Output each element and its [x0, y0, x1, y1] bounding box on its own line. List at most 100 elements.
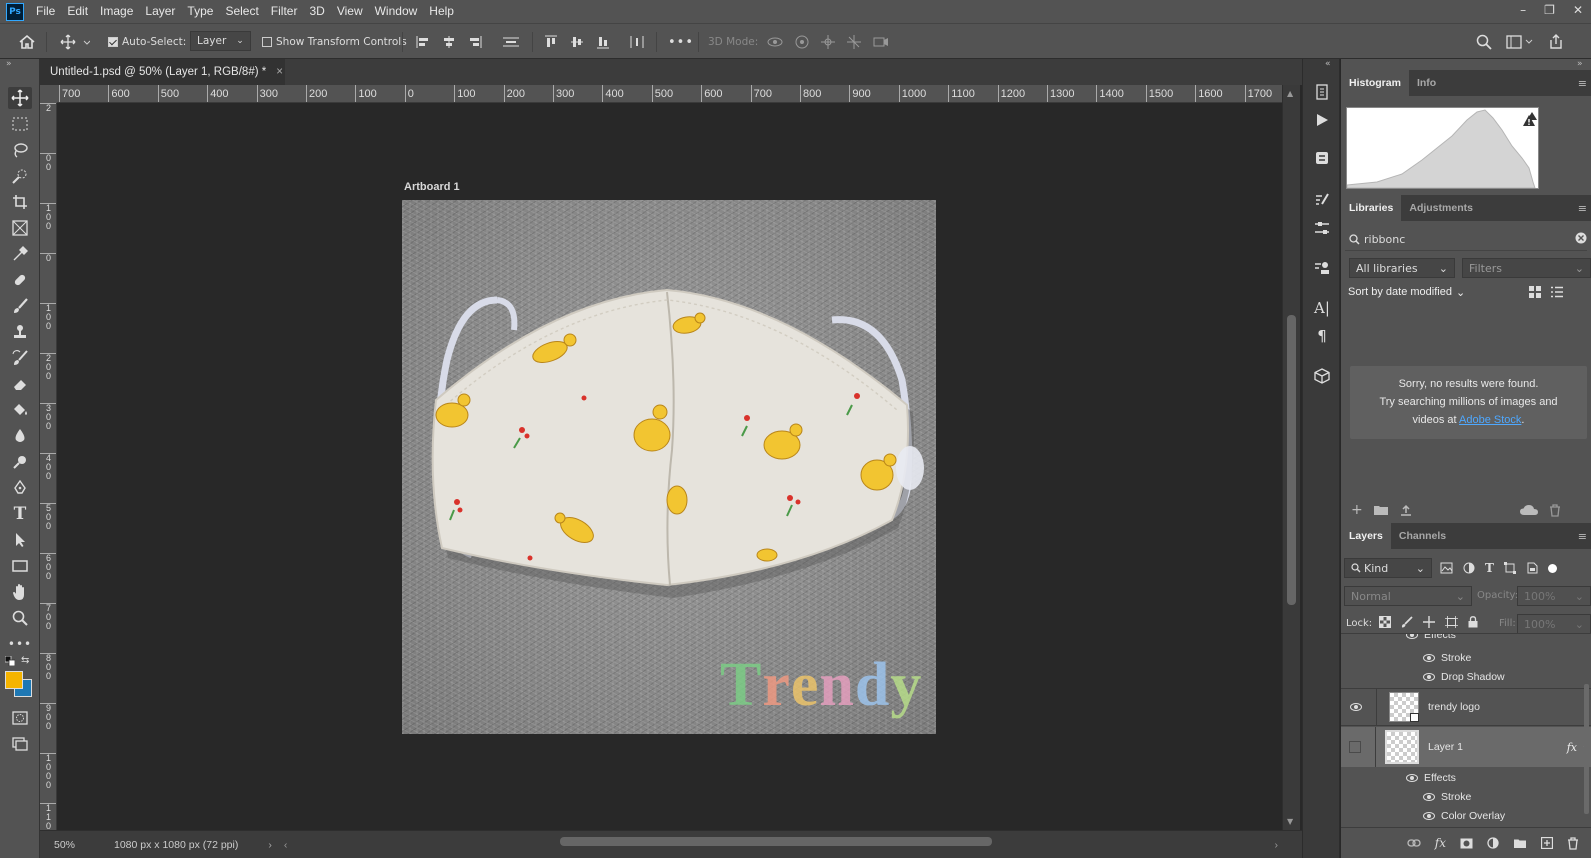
default-colors-icon[interactable] [5, 656, 15, 666]
scroll-right-icon[interactable]: › [1275, 839, 1279, 851]
brush-settings-icon[interactable] [1310, 189, 1334, 211]
new-adjustment-layer-icon[interactable] [1487, 837, 1499, 849]
slide-3d-icon[interactable] [846, 34, 862, 50]
menu-window[interactable]: Window [369, 0, 424, 23]
frame-tool-icon[interactable] [8, 217, 32, 239]
paint-bucket-tool-icon[interactable] [8, 399, 32, 421]
tab-histogram[interactable]: Histogram [1341, 70, 1409, 96]
opacity-field[interactable]: 100% ⌄ [1517, 586, 1591, 606]
orbit-3d-icon[interactable] [766, 34, 784, 50]
show-transform-controls-checkbox[interactable]: Show Transform Controls [262, 33, 407, 51]
healing-brush-tool-icon[interactable] [8, 269, 32, 291]
dodge-tool-icon[interactable] [8, 451, 32, 473]
collapse-panels-icon[interactable]: » [1577, 59, 1583, 69]
lock-position-icon[interactable] [1423, 616, 1435, 628]
search-icon[interactable] [1476, 34, 1492, 50]
auto-select-check-icon[interactable] [108, 37, 118, 47]
menu-layer[interactable]: Layer [139, 0, 181, 23]
lasso-tool-icon[interactable] [8, 139, 32, 161]
layer-list-scrollbar[interactable] [1584, 684, 1589, 814]
layer-effect-stroke-row[interactable]: Stroke [1341, 648, 1591, 667]
menu-view[interactable]: View [331, 0, 369, 23]
lock-transparent-icon[interactable] [1379, 616, 1391, 628]
path-selection-tool-icon[interactable] [8, 529, 32, 551]
move-tool-icon[interactable] [8, 87, 32, 109]
blur-tool-icon[interactable] [8, 425, 32, 447]
eyedropper-tool-icon[interactable] [8, 243, 32, 265]
lock-artboard-icon[interactable] [1445, 616, 1458, 628]
layer-row-trendy-logo[interactable]: trendy logo [1341, 688, 1591, 726]
library-search-field[interactable]: ribbonc [1345, 229, 1587, 251]
histogram-warning-icon[interactable] [1522, 114, 1536, 127]
history-brush-tool-icon[interactable] [8, 347, 32, 369]
align-bottom-icon[interactable] [596, 35, 610, 49]
folder-icon[interactable] [1373, 504, 1389, 516]
vertical-scrollbar[interactable]: ▲ ▼ [1282, 85, 1300, 830]
auto-select-dropdown[interactable]: Layer ⌄ [190, 31, 251, 51]
add-element-icon[interactable]: + [1351, 502, 1363, 518]
move-tool-preset-icon[interactable] [60, 33, 90, 51]
eye-icon[interactable] [1406, 773, 1418, 782]
blend-mode-dropdown[interactable]: Normal ⌄ [1344, 586, 1472, 606]
menu-filter[interactable]: Filter [265, 0, 304, 23]
upload-icon[interactable] [1399, 504, 1413, 516]
trash-icon[interactable] [1549, 503, 1561, 517]
grid-view-icon[interactable] [1529, 286, 1541, 298]
fill-field[interactable]: 100% ⌄ [1517, 614, 1591, 634]
collapse-panel-icon[interactable]: » [6, 59, 12, 69]
panel-menu-icon[interactable]: ≡ [1578, 77, 1587, 90]
eraser-tool-icon[interactable] [8, 373, 32, 395]
horizontal-ruler[interactable]: 700 600 500 400 300 200 100 0 100 200 300 400 500 600… [57, 85, 1282, 103]
tab-channels[interactable]: Channels [1391, 523, 1454, 549]
layer-effect-color-overlay-row[interactable]: Color Overlay [1341, 806, 1591, 825]
adjust-sliders-icon[interactable] [1310, 217, 1334, 239]
layer-effect-drop-shadow-row[interactable]: Drop Shadow [1341, 667, 1591, 686]
menu-image[interactable]: Image [94, 0, 139, 23]
tab-adjustments[interactable]: Adjustments [1401, 195, 1481, 221]
add-layer-style-icon[interactable]: fx [1435, 836, 1446, 850]
ruler-corner[interactable] [40, 85, 57, 103]
quick-selection-tool-icon[interactable] [8, 165, 32, 187]
clear-search-icon[interactable] [1575, 232, 1587, 244]
home-icon[interactable] [18, 33, 36, 51]
pen-tool-icon[interactable] [8, 477, 32, 499]
layer-visibility-eye-icon[interactable] [1350, 703, 1362, 711]
layer-effects-row[interactable]: Effects [1341, 634, 1591, 642]
align-right-icon[interactable] [468, 35, 482, 49]
scroll-down-icon[interactable]: ▼ [1287, 817, 1293, 826]
zoom-tool-icon[interactable] [8, 607, 32, 629]
rectangle-tool-icon[interactable] [8, 555, 32, 577]
zoom-level[interactable]: 50% [54, 839, 104, 851]
eye-icon[interactable] [1423, 653, 1435, 662]
eye-icon[interactable] [1423, 811, 1435, 820]
swap-colors-icon[interactable]: ⇆ [21, 655, 29, 666]
artboard-label[interactable]: Artboard 1 [404, 181, 460, 193]
eye-icon[interactable] [1406, 634, 1418, 639]
3d-panel-icon[interactable] [1310, 365, 1334, 387]
menu-help[interactable]: Help [423, 0, 460, 23]
type-layer-filter-icon[interactable]: T [1485, 561, 1494, 575]
align-top-icon[interactable] [544, 35, 558, 49]
list-view-icon[interactable] [1551, 286, 1563, 298]
history-panel-icon[interactable] [1310, 81, 1334, 103]
show-transform-check-icon[interactable] [262, 37, 272, 47]
cloud-icon[interactable] [1519, 504, 1539, 516]
menu-select[interactable]: Select [219, 0, 264, 23]
align-center-icon[interactable] [442, 35, 456, 49]
panel-menu-icon[interactable]: ≡ [1578, 202, 1587, 215]
distribute-horizontal-icon[interactable] [628, 35, 646, 49]
properties-panel-icon[interactable] [1310, 147, 1334, 169]
align-left-icon[interactable] [416, 35, 430, 49]
character-panel-icon[interactable]: A| [1310, 297, 1334, 319]
minimize-icon[interactable]: – [1520, 3, 1526, 17]
lock-all-icon[interactable] [1468, 616, 1478, 628]
eye-icon[interactable] [1423, 792, 1435, 801]
more-options-button[interactable]: ••• [668, 33, 694, 51]
screen-mode-icon[interactable] [8, 733, 32, 755]
library-select-dropdown[interactable]: All libraries ⌄ [1349, 258, 1455, 278]
layer-row-layer-1[interactable]: Layer 1 fx ^ [1341, 727, 1591, 767]
horizontal-scroll-thumb[interactable] [560, 837, 992, 846]
library-filters-dropdown[interactable]: Filters ⌄ [1462, 258, 1591, 278]
document-tab[interactable]: Untitled-1.psd @ 50% (Layer 1, RGB/8#) *… [40, 59, 285, 85]
clone-source-icon[interactable] [1310, 257, 1334, 279]
